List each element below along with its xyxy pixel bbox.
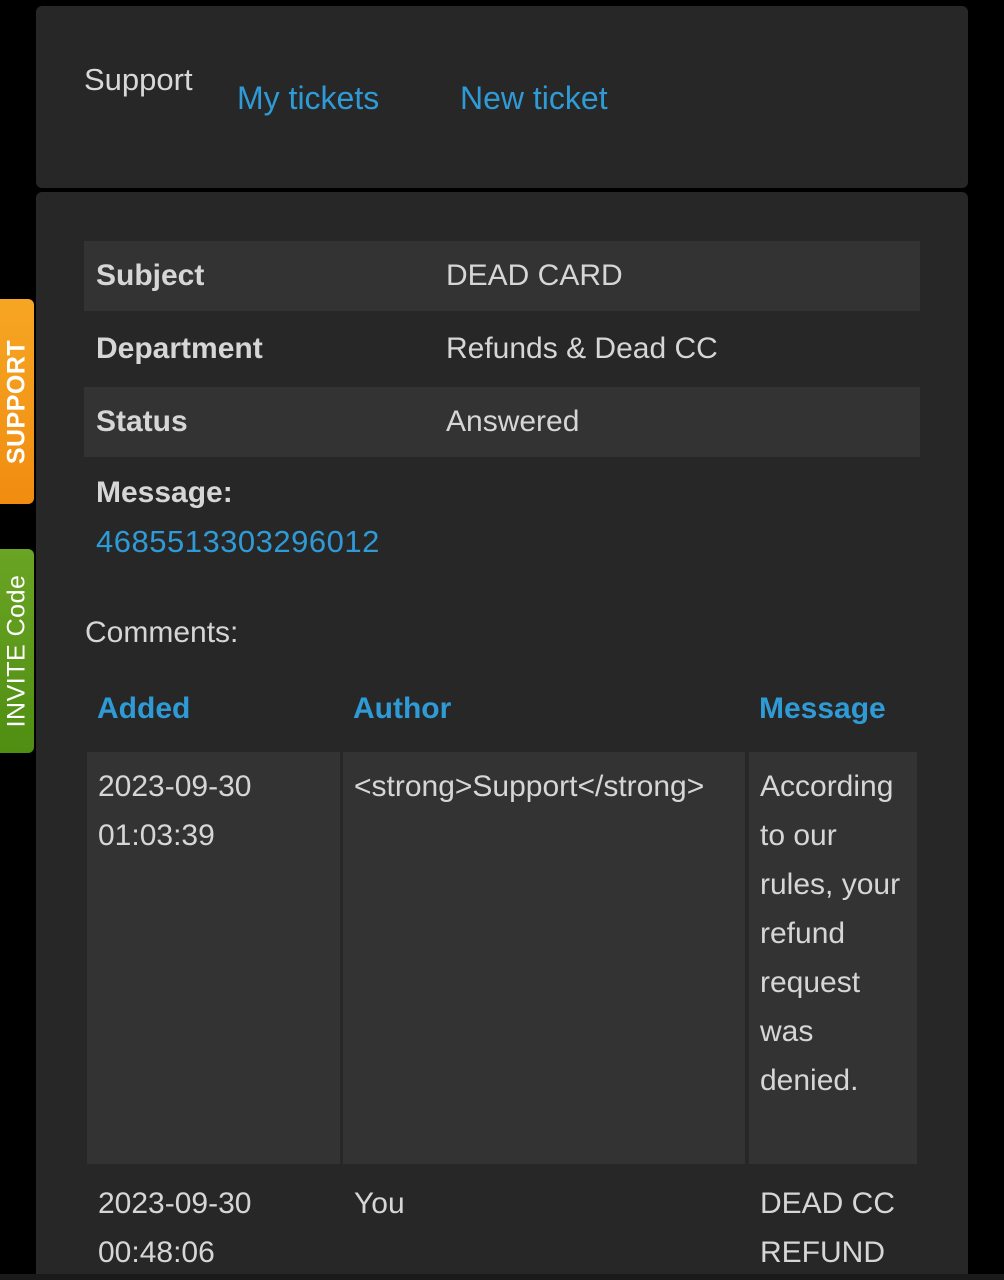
comment-2-author: You [354, 1187, 405, 1220]
department-row: Department Refunds & Dead CC [84, 314, 920, 384]
comment-1-message: According to our rules, your refund requ… [749, 752, 917, 1164]
bottom-bar [0, 1274, 1004, 1280]
comment-2-message: DEAD CC REFUND [760, 1187, 896, 1269]
comments-label: Comments: [85, 616, 239, 649]
subject-row: Subject DEAD CARD [84, 241, 920, 311]
my-tickets-link[interactable]: My tickets [237, 80, 379, 117]
department-value: Refunds & Dead CC [446, 332, 718, 365]
support-side-tab[interactable]: SUPPORT [0, 299, 34, 504]
comment-2-added: 2023-09-30 00:48:06 [98, 1187, 252, 1269]
invite-code-side-tab[interactable]: INVITE Code [0, 549, 34, 753]
message-label: Message: [96, 476, 233, 509]
message-value-link[interactable]: 4685513303296012 [96, 524, 380, 560]
status-value: Answered [446, 405, 580, 438]
support-tab-label: SUPPORT [2, 339, 31, 464]
ticket-panel: Subject DEAD CARD Department Refunds & D… [36, 192, 968, 1280]
status-row: Status Answered [84, 387, 920, 457]
invite-tab-label: INVITE Code [2, 574, 31, 728]
subject-value: DEAD CARD [446, 259, 623, 292]
page: Support My tickets New ticket Subject DE… [0, 0, 1004, 1280]
column-header-message[interactable]: Message [759, 692, 886, 726]
comment-1-added: 2023-09-30 01:03:39 [87, 752, 340, 1164]
new-ticket-link[interactable]: New ticket [460, 80, 608, 117]
column-header-added[interactable]: Added [97, 692, 190, 726]
comment-1-author: <strong>Support</strong> [343, 752, 745, 1164]
top-nav: Support My tickets New ticket [36, 6, 968, 188]
nav-brand[interactable]: Support [84, 62, 193, 98]
status-label: Status [96, 405, 188, 438]
department-label: Department [96, 332, 263, 365]
column-header-author[interactable]: Author [353, 692, 451, 726]
subject-label: Subject [96, 259, 205, 292]
